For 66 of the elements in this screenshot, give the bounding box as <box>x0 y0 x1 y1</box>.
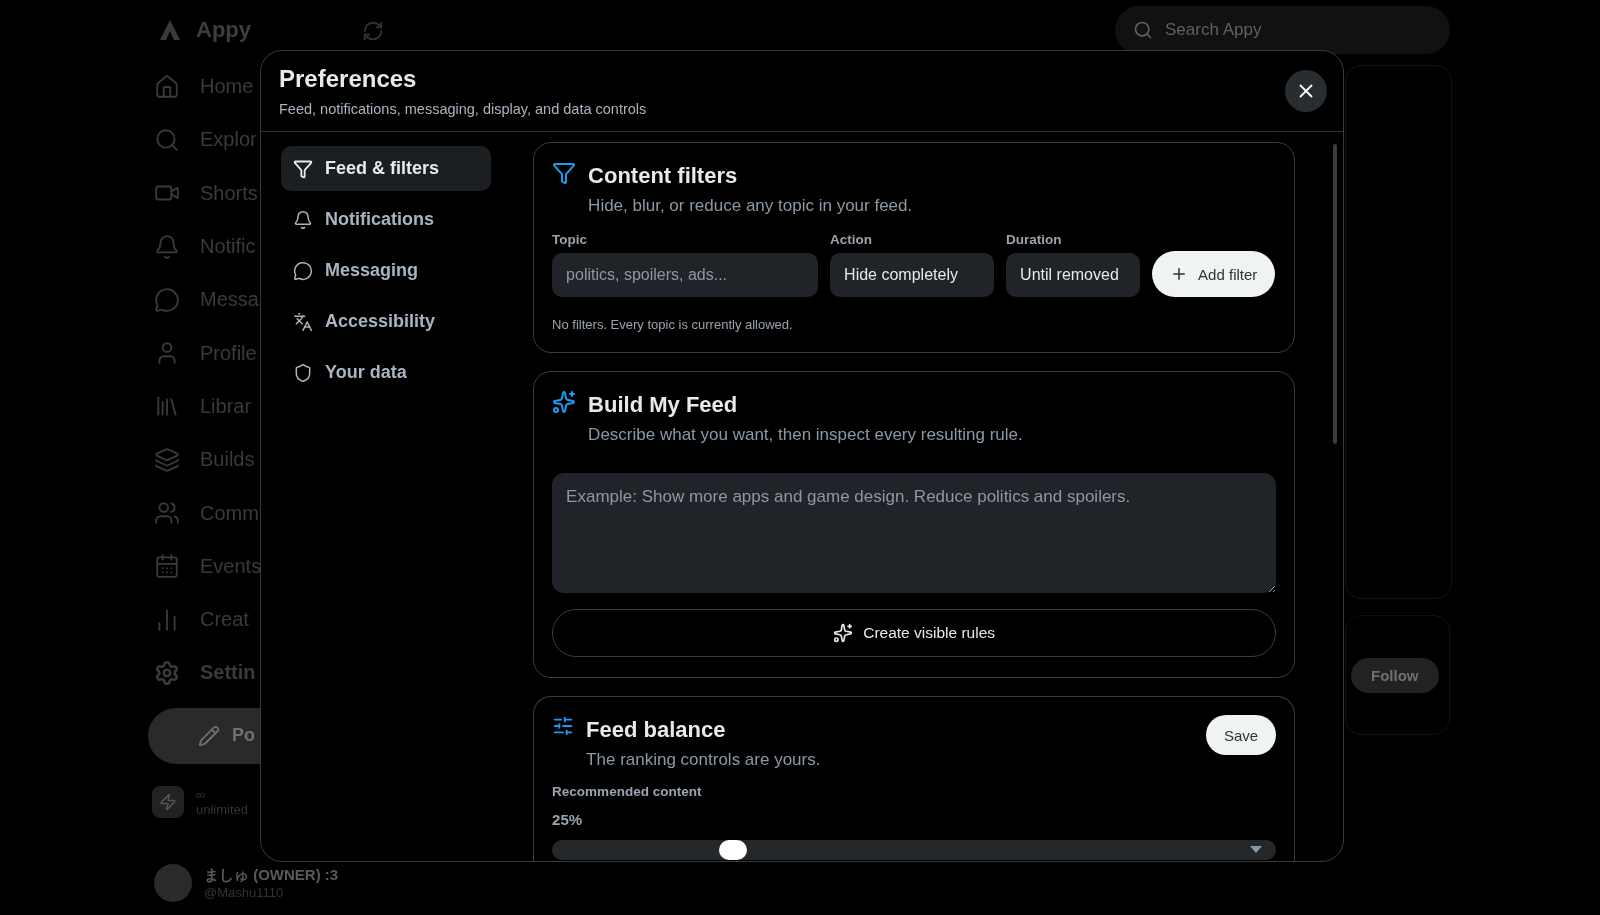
slider-reading: 25% <box>552 811 584 828</box>
settings-tab[interactable]: Notifications <box>281 197 492 242</box>
search-field[interactable]: Search Appy <box>1115 6 1450 54</box>
logo-icon <box>158 18 182 42</box>
field-label: Duration <box>1006 232 1063 247</box>
sidebar-item[interactable]: Builds <box>148 433 278 487</box>
sidebar-item[interactable]: Comm <box>148 486 278 540</box>
pencil-icon <box>198 724 220 747</box>
field-label: Action <box>830 232 874 247</box>
nav-icon <box>154 659 180 686</box>
slider-thumb[interactable] <box>719 840 748 860</box>
caret-icon <box>1250 846 1263 853</box>
filter-icon <box>552 161 577 185</box>
section-title: Build My Feed <box>588 392 739 418</box>
section-title: Feed balance <box>586 717 727 743</box>
sidebar-item[interactable]: Events <box>148 539 278 593</box>
sliders-icon <box>552 715 575 737</box>
nav-icon <box>154 500 180 526</box>
dialog-subtitle: Feed, notifications, messaging, display, and data controls <box>279 101 647 117</box>
add-filter-button[interactable]: Add filter <box>1152 251 1276 297</box>
tab-icon <box>293 362 313 383</box>
tab-icon <box>293 260 313 281</box>
sidebar-item[interactable]: Settin <box>148 646 278 700</box>
search-icon <box>1133 20 1153 40</box>
section-subtitle: Describe what you want, then inspect every resulting rule. <box>588 425 1023 445</box>
nav-icon <box>154 73 180 100</box>
sidebar-item[interactable]: Messa <box>148 273 278 327</box>
tab-icon <box>293 209 313 230</box>
sparkle-icon <box>833 623 854 643</box>
prompt-field[interactable]: Example: Show more apps and game design. Reduce politics and spoilers. <box>552 473 1277 593</box>
sparkle-icon <box>552 390 577 414</box>
dialog-title: Preferences <box>279 65 418 93</box>
nav-icon <box>154 553 180 580</box>
section-subtitle: The ranking controls are yours. <box>586 750 821 770</box>
sidebar-item[interactable]: Shorts <box>148 166 278 220</box>
nav-icon <box>154 126 180 153</box>
lightning-icon <box>152 785 184 818</box>
sidebar-item[interactable]: Explor <box>148 113 278 167</box>
section-subtitle: Hide, blur, or reduce any topic in your feed. <box>588 196 913 216</box>
brand-name: Appy <box>196 17 251 43</box>
close-button[interactable] <box>1285 70 1327 112</box>
empty-note: No filters. Every topic is currently allowed. <box>552 317 794 332</box>
slider-label: Recommended content <box>552 784 703 799</box>
settings-tab[interactable]: Your data <box>281 350 492 395</box>
nav-icon <box>154 286 180 313</box>
sidebar-item[interactable]: Creat <box>148 592 278 647</box>
sidebar-item[interactable]: Librar <box>148 379 278 434</box>
settings-tab[interactable]: Accessibility <box>281 299 492 344</box>
nav-icon <box>154 446 180 473</box>
sidebar-item[interactable]: Notific <box>148 219 278 274</box>
tab-icon <box>293 158 313 179</box>
settings-tab[interactable]: Feed & filters <box>281 146 492 191</box>
action-select[interactable]: Hide completely <box>830 253 995 297</box>
sidebar-item[interactable]: Home <box>148 60 278 114</box>
plan-symbol: ∞ <box>196 786 207 802</box>
settings-tab[interactable]: Messaging <box>281 248 492 293</box>
save-button[interactable]: Save <box>1205 715 1277 755</box>
topic-field[interactable]: politics, spoilers, ads... <box>552 253 819 297</box>
field-label: Topic <box>552 232 589 247</box>
tab-icon <box>293 311 313 332</box>
section-title: Content filters <box>588 163 739 189</box>
duration-select[interactable]: Until removed <box>1006 253 1141 297</box>
sidebar-item[interactable]: Profile <box>148 326 278 380</box>
nav-icon <box>154 233 180 260</box>
follow-button[interactable]: Follow <box>1351 657 1439 693</box>
user-name: ましゅ (OWNER) :3 <box>204 865 339 885</box>
